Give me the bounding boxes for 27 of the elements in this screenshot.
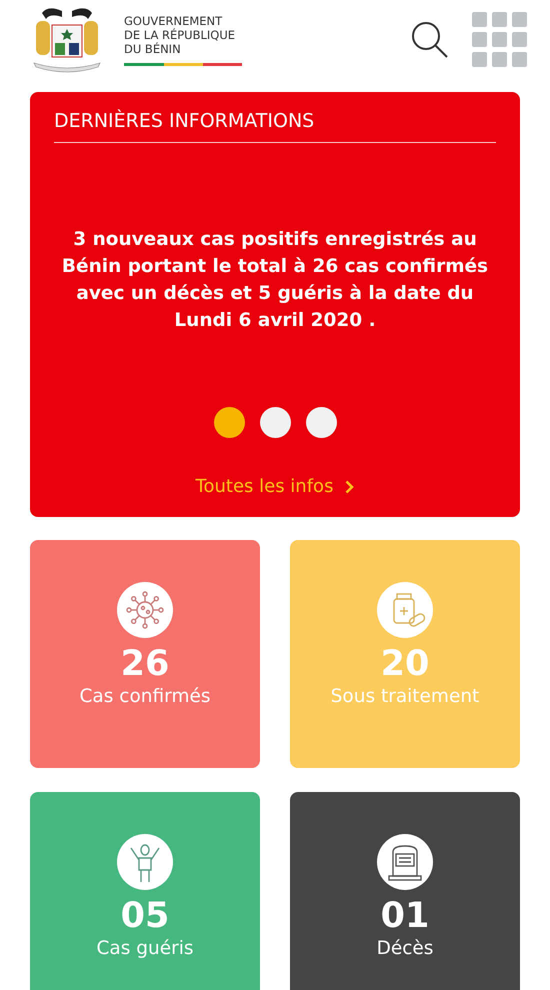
- virus-icon: [117, 582, 173, 638]
- carousel-dot[interactable]: [214, 407, 244, 438]
- stat-value: 01: [380, 896, 430, 936]
- death-icon: [377, 834, 433, 890]
- chevron-right-icon: [345, 480, 354, 494]
- government-title-line: DE LA RÉPUBLIQUE: [124, 28, 236, 42]
- stat-label: Cas confirmés: [80, 686, 210, 707]
- news-heading: DERNIÈRES INFORMATIONS: [54, 110, 496, 143]
- carousel-dot[interactable]: [260, 407, 290, 438]
- stat-card[interactable]: 26 Cas confirmés: [30, 540, 260, 768]
- stat-card[interactable]: 01 Décès: [290, 792, 520, 990]
- all-news-link[interactable]: Toutes les infos: [196, 476, 354, 497]
- medicine-icon: [377, 582, 433, 638]
- government-title-line: GOUVERNEMENT: [124, 14, 224, 28]
- stat-label: Cas guéris: [96, 938, 194, 959]
- stat-label: Décès: [376, 938, 434, 959]
- recovered-icon: [117, 834, 173, 890]
- stat-value: 20: [380, 644, 430, 684]
- news-message: 3 nouveaux cas positifs enregistrés au Bénin portant le total à 26 cas confirmés avec un décès et 5 guéris à la date du Lundi 6 avril 2020 .: [60, 228, 490, 333]
- stat-value: 05: [120, 896, 170, 936]
- stat-label: Sous traitement: [330, 686, 480, 707]
- carousel-dot[interactable]: [306, 407, 336, 438]
- stat-value: 26: [120, 644, 170, 684]
- search-icon[interactable]: [410, 20, 450, 60]
- government-title-line: DU BÉNIN: [124, 42, 182, 56]
- stat-card[interactable]: 20 Sous traitement: [290, 540, 520, 768]
- stat-card[interactable]: 05 Cas guéris: [30, 792, 260, 990]
